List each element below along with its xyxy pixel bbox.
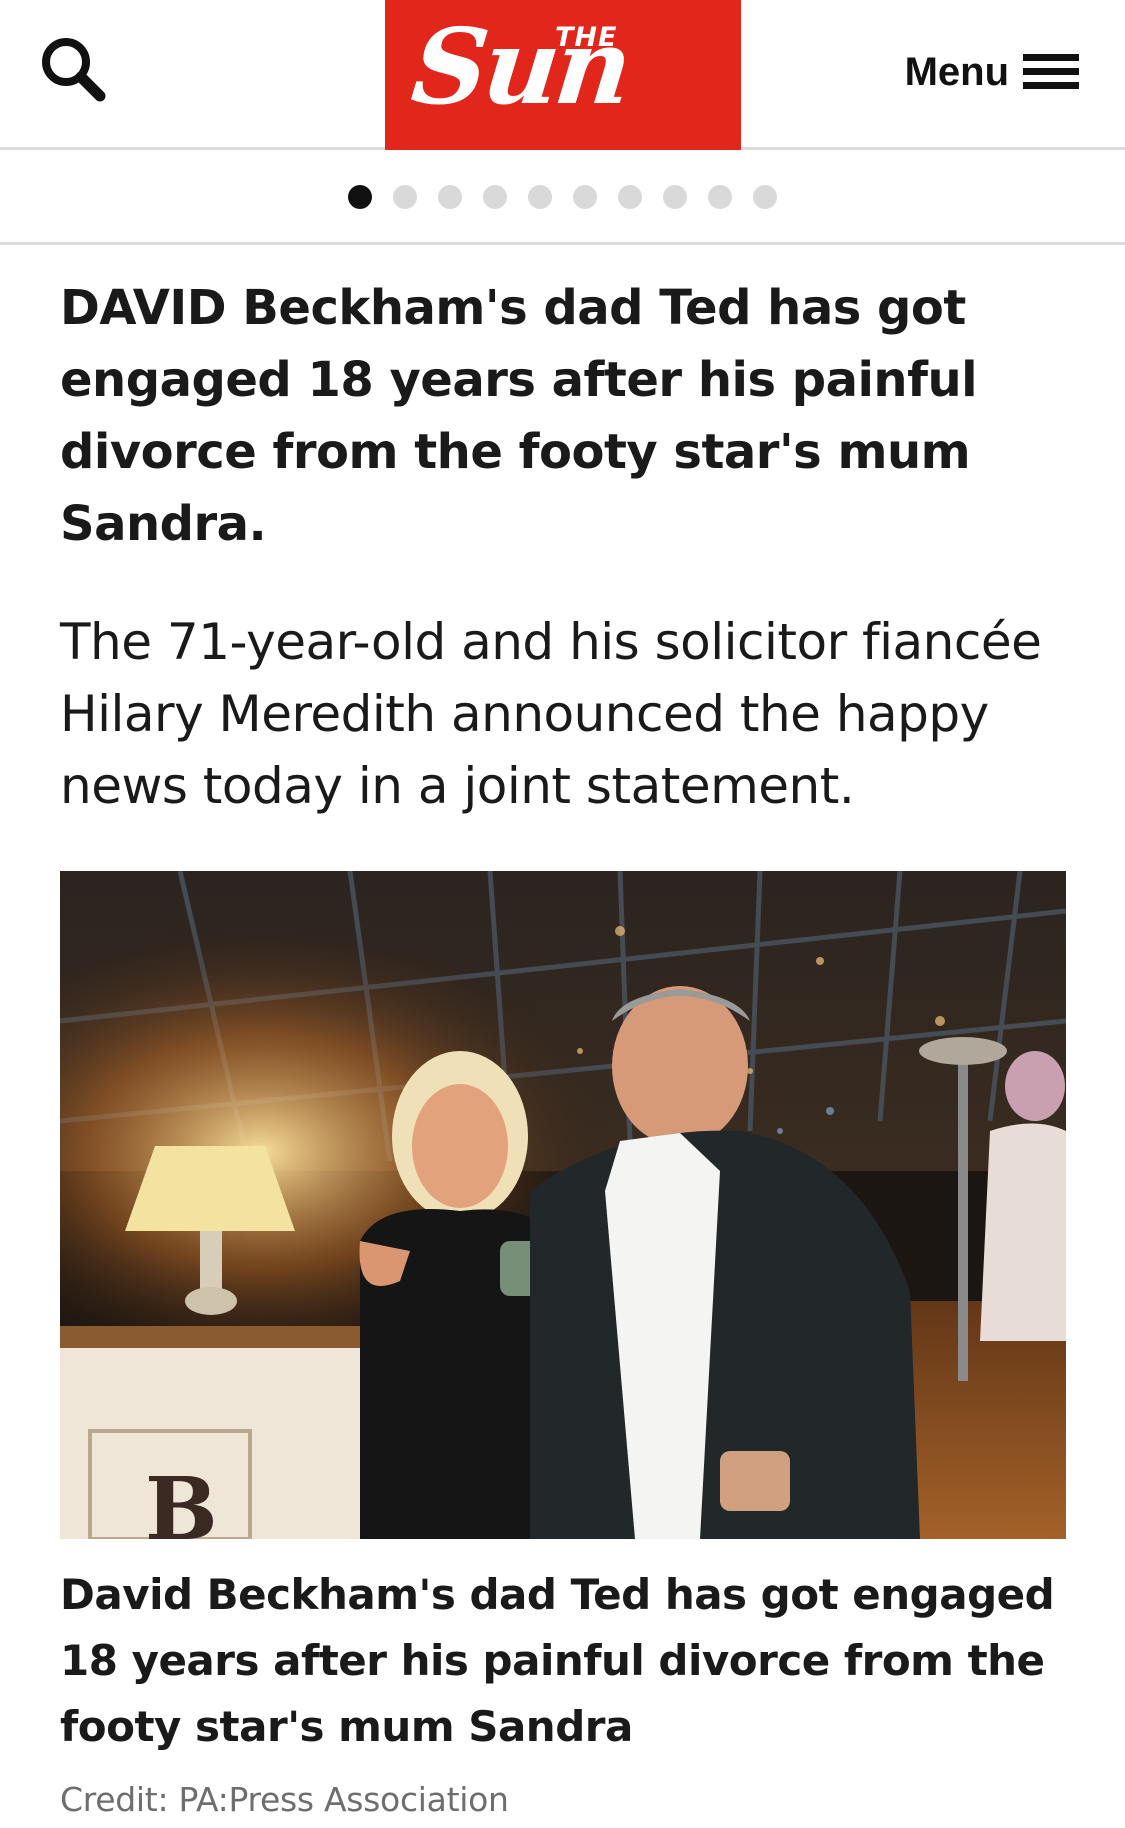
pagination-dot-5[interactable] — [528, 185, 552, 209]
pagination-dot-2[interactable] — [393, 185, 417, 209]
site-header: THE Sun Menu — [0, 0, 1125, 150]
the-sun-logo[interactable]: THE Sun — [385, 0, 741, 150]
article-headline: DAVID Beckham's dad Ted has got engaged … — [60, 280, 978, 552]
pagination-dot-3[interactable] — [438, 185, 462, 209]
hamburger-icon — [1023, 52, 1079, 92]
search-icon — [42, 38, 106, 102]
menu-button[interactable]: Menu — [905, 48, 1079, 96]
pagination-dot-4[interactable] — [483, 185, 507, 209]
gallery-pagination — [0, 150, 1125, 245]
pagination-dot-6[interactable] — [573, 185, 597, 209]
menu-label: Menu — [904, 49, 1009, 94]
pagination-dot-1[interactable] — [348, 185, 372, 209]
pagination-dot-10[interactable] — [753, 185, 777, 209]
article-standfirst: The 71-year-old and his solicitor fiancé… — [60, 613, 1042, 815]
pagination-dot-9[interactable] — [708, 185, 732, 209]
pagination-dots — [348, 185, 777, 209]
pagination-dot-8[interactable] — [663, 185, 687, 209]
photo-credit: Credit: PA:Press Association — [60, 1780, 509, 1819]
photo-caption: David Beckham's dad Ted has got engaged … — [60, 1570, 1055, 1751]
party-photo-illustration: B — [60, 871, 1066, 1539]
counter-letter: B — [145, 1459, 218, 1539]
search-button[interactable] — [36, 32, 112, 108]
pagination-dot-7[interactable] — [618, 185, 642, 209]
logo-sun-text: Sun — [406, 5, 634, 128]
article-photo[interactable]: B — [60, 871, 1066, 1539]
